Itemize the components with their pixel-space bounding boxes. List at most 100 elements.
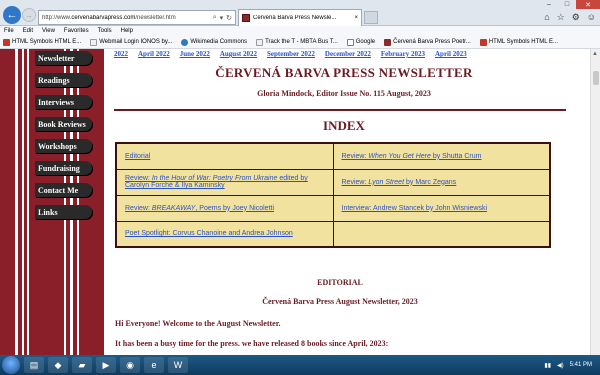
favorite-item[interactable]: Webmail Login IONOS by... [90, 38, 173, 46]
editorial-heading: EDITORIAL [317, 278, 363, 287]
taskbar-app[interactable]: ▰ [72, 357, 92, 373]
archive-link[interactable]: June 2022 [180, 50, 210, 58]
favorites-star-icon[interactable]: ☆ [557, 12, 565, 23]
maximize-button[interactable]: □ [558, 0, 576, 9]
favorite-item[interactable]: Wikimedia Commons [181, 38, 247, 46]
back-button[interactable]: ← [3, 6, 21, 24]
smiley-icon[interactable]: ☺ [587, 12, 596, 23]
toolbar-icons: ⌂ ☆ ⚙ ☺ [544, 12, 596, 23]
archive-link[interactable]: September 2022 [267, 50, 315, 58]
gear-icon[interactable]: ⚙ [572, 12, 580, 23]
wikimedia-icon [181, 38, 189, 46]
favorite-label: Track the T - MBTA Bus T... [265, 39, 338, 45]
close-tab-icon[interactable]: × [354, 15, 358, 21]
index-heading: INDEX [323, 118, 365, 133]
network-icon[interactable]: ▮▮ [544, 362, 551, 369]
index-cell[interactable]: Poet Spotlight: Corvus Chanoine and Andr… [115, 220, 334, 248]
index-cell[interactable]: Review: When You Get Here by Shutta Crum [332, 142, 551, 170]
menu-tools[interactable]: Tools [98, 28, 112, 34]
tab-title: Červená Barva Press Newsle... [253, 15, 337, 21]
sidebar-item-contact-me[interactable]: Contact Me [35, 183, 92, 197]
index-link-poet-spotlight[interactable]: Poet Spotlight: Corvus Chanoine and Andr… [125, 230, 293, 237]
index-cell[interactable]: Editorial [115, 142, 334, 170]
new-tab-button[interactable] [364, 11, 378, 24]
archive-link[interactable]: February 2023 [381, 50, 425, 58]
sidebar-stripe [22, 49, 24, 355]
menu-view[interactable]: View [42, 28, 55, 34]
index-link[interactable]: Review: BREAKAWAY, Poems by Joey Nicolet… [125, 205, 274, 212]
index-link-interview[interactable]: Interview: Andrew Stancek by John Wisnie… [342, 205, 488, 212]
dropdown-icon[interactable]: ▾ [220, 14, 224, 22]
page-icon [90, 38, 98, 46]
word-icon: W [173, 360, 183, 370]
favorite-item[interactable]: HTML Symbols HTML E... [479, 38, 558, 46]
sidebar-item-workshops[interactable]: Workshops [35, 139, 92, 153]
table-row: Poet Spotlight: Corvus Chanoine and Andr… [115, 220, 551, 248]
index-cell[interactable]: Review: BREAKAWAY, Poems by Joey Nicolet… [115, 194, 334, 222]
link-prefix: Review: [341, 152, 369, 160]
start-button[interactable] [2, 356, 20, 374]
window-controls: – □ ✕ [540, 0, 600, 9]
tab-newsletter[interactable]: Červená Barva Press Newsle... × [238, 9, 362, 26]
archive-link[interactable]: April 2022 [138, 50, 170, 58]
clock[interactable]: 5:41 PM [570, 362, 592, 368]
forward-arrow-icon: → [25, 10, 33, 20]
taskbar-app[interactable]: ▤ [24, 357, 44, 373]
favorite-label: Webmail Login IONOS by... [99, 39, 173, 45]
address-bar-icons: ⌕ ▾ ↻ [213, 14, 232, 22]
favorite-item[interactable]: Track the T - MBTA Bus T... [256, 38, 338, 46]
taskbar-app[interactable]: ◉ [120, 357, 140, 373]
archive-links: 2022 April 2022 June 2022 August 2022 Se… [114, 50, 574, 58]
favorite-item[interactable]: Google [346, 38, 375, 46]
index-link[interactable]: Review: In the Hour of War: Poetry From … [125, 175, 308, 189]
link-suffix: , Poems by Joey Nicoletti [195, 204, 275, 212]
index-link[interactable]: Review: Lyon Street by Marc Zegans [342, 179, 457, 186]
vertical-scrollbar[interactable]: ▲ [590, 49, 600, 355]
sidebar-item-interviews[interactable]: Interviews [35, 95, 92, 109]
index-cell[interactable]: Review: Lyon Street by Marc Zegans [332, 168, 551, 196]
sidebar-item-book-reviews[interactable]: Book Reviews [35, 117, 92, 131]
close-window-button[interactable]: ✕ [576, 0, 600, 9]
sidebar-item-fundraising[interactable]: Fundraising [35, 161, 92, 175]
menu-edit[interactable]: Edit [23, 28, 33, 34]
menu-bar: File Edit View Favorites Tools Help [0, 26, 600, 36]
forward-button[interactable]: → [22, 8, 36, 22]
favorite-item[interactable]: Červená Barva Press Poetr... [384, 38, 471, 46]
index-link-editorial[interactable]: Editorial [125, 153, 150, 160]
back-arrow-icon: ← [6, 9, 18, 21]
editorial-paragraph: It has been a busy time for the press. w… [115, 339, 389, 348]
scrollbar-thumb[interactable] [593, 71, 599, 85]
taskbar-app[interactable]: ◆ [48, 357, 68, 373]
index-cell[interactable]: Review: In the Hour of War: Poetry From … [115, 168, 334, 196]
scroll-up-icon[interactable]: ▲ [592, 51, 598, 57]
archive-link[interactable]: December 2022 [325, 50, 371, 58]
archive-link[interactable]: 2022 [114, 50, 128, 58]
menu-favorites[interactable]: Favorites [64, 28, 89, 34]
menu-help[interactable]: Help [121, 28, 133, 34]
main-content: 2022 April 2022 June 2022 August 2022 Se… [114, 49, 574, 348]
sidebar-item-newsletter[interactable]: Newsletter [35, 51, 92, 65]
taskbar: ▤ ◆ ▰ ▶ ◉ e W ▮▮ ◀) 5:41 PM [0, 355, 600, 375]
menu-file[interactable]: File [4, 28, 14, 34]
index-link[interactable]: Review: When You Get Here by Shutta Crum [342, 153, 482, 160]
url-text[interactable]: http://www.cervenabarvapress.com/newslet… [42, 15, 210, 21]
address-bar[interactable]: http://www.cervenabarvapress.com/newslet… [38, 10, 236, 25]
link-suffix: by Shutta Crum [430, 152, 482, 160]
home-icon[interactable]: ⌂ [544, 12, 549, 23]
taskbar-app[interactable]: e [144, 357, 164, 373]
refresh-icon[interactable]: ↻ [226, 14, 232, 22]
volume-icon[interactable]: ◀) [557, 362, 564, 369]
sidebar-item-links[interactable]: Links [35, 205, 92, 219]
archive-link[interactable]: April 2023 [435, 50, 467, 58]
taskbar-app[interactable]: ▶ [96, 357, 116, 373]
search-icon[interactable]: ⌕ [213, 14, 217, 22]
taskbar-app[interactable]: W [168, 357, 188, 373]
index-cell[interactable]: Interview: Andrew Stancek by John Wisnie… [332, 194, 551, 222]
favorite-item[interactable]: HTML Symbols HTML E... [3, 38, 81, 46]
minimize-button[interactable]: – [540, 0, 558, 9]
sidebar-item-readings[interactable]: Readings [35, 73, 92, 87]
google-icon [346, 38, 354, 46]
web-page: Newsletter Readings Interviews Book Revi… [0, 49, 590, 355]
editorial-subheading: Červená Barva Press August Newsletter, 2… [262, 297, 418, 306]
archive-link[interactable]: August 2022 [220, 50, 257, 58]
